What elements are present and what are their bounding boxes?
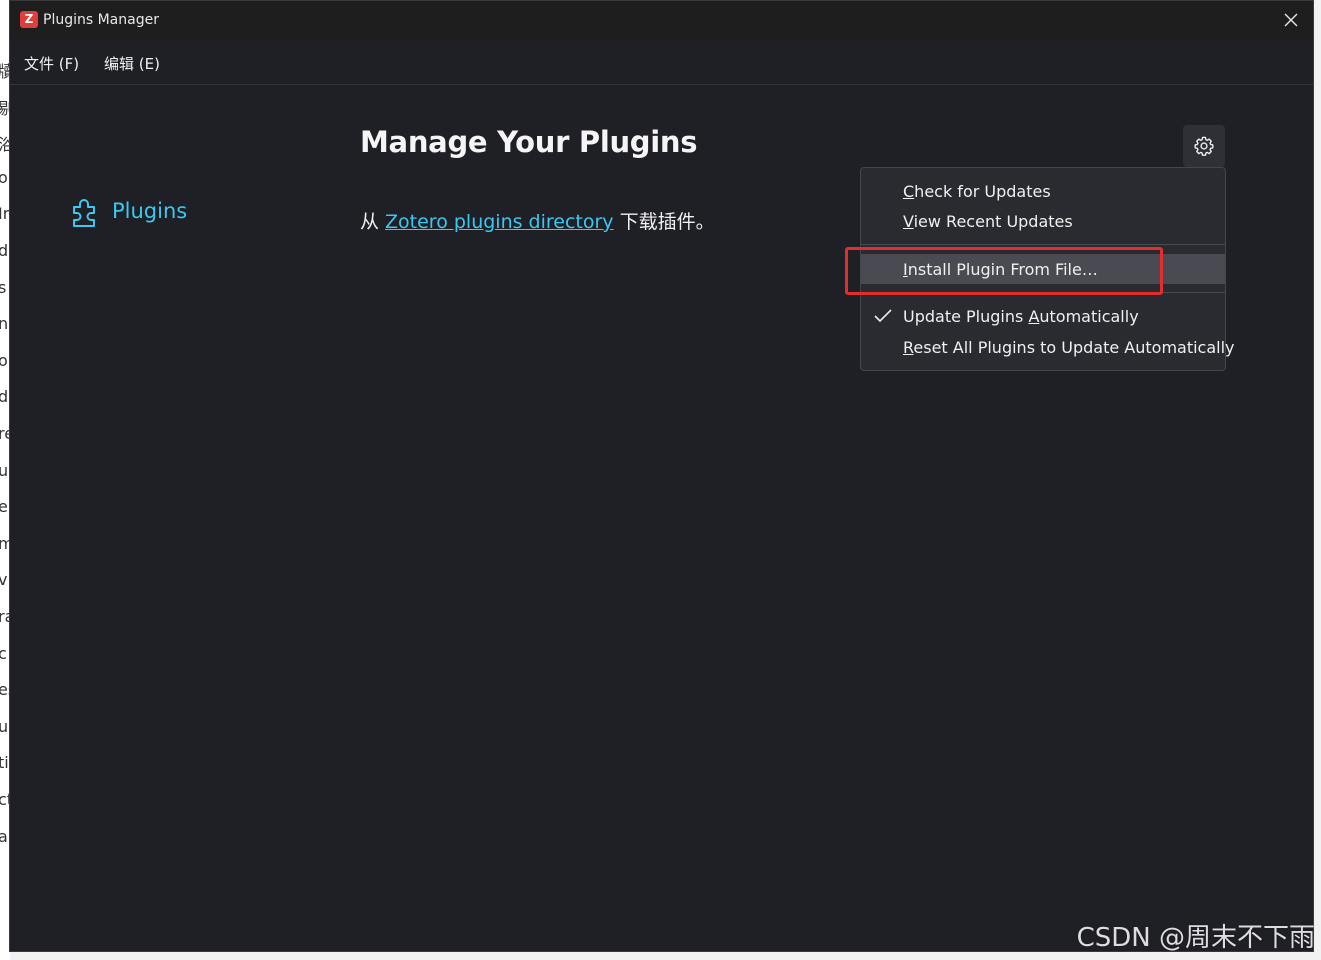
background-text: s (0, 277, 7, 297)
menu-bar: 文件 (F) 编辑 (E) (10, 39, 1313, 85)
menu-separator (861, 292, 1225, 293)
gear-icon (1194, 136, 1214, 156)
intro-prefix: 从 (360, 211, 380, 233)
menu-item-label: eset All Plugins to Update Automatically (913, 338, 1235, 357)
menu-file[interactable]: 文件 (F) (24, 53, 79, 74)
menu-item-update-plugins-automatically[interactable]: Update Plugins Automatically (861, 301, 1225, 331)
menu-item-label: Update Plugins (903, 307, 1029, 326)
background-text: a (0, 826, 8, 846)
menu-item-view-recent-updates[interactable]: View Recent Updates (861, 206, 1225, 236)
watermark: CSDN @周末不下雨 (1076, 923, 1315, 953)
gear-menu-button[interactable] (1183, 125, 1225, 167)
menu-item-label: iew Recent Updates (913, 212, 1073, 231)
background-text: o (0, 350, 8, 370)
access-key: A (1028, 307, 1040, 326)
gear-dropdown-menu: Check for Updates View Recent Updates In… (860, 167, 1235, 371)
background-text: v (0, 570, 8, 590)
menu-item-check-for-updates[interactable]: Check for Updates (861, 176, 1225, 206)
plugins-directory-link[interactable]: Zotero plugins directory (385, 211, 614, 233)
checkmark-icon (874, 309, 892, 323)
menu-edit[interactable]: 编辑 (E) (104, 53, 160, 74)
menu-item-label: nstall Plugin From File… (907, 260, 1098, 279)
access-key: C (903, 182, 915, 201)
menu-item-reset-all-plugins[interactable]: Reset All Plugins to Update Automaticall… (861, 332, 1235, 362)
access-key: V (903, 212, 914, 231)
background-text: n (0, 314, 9, 334)
plugins-manager-window: Z Plugins Manager 文件 (F) 编辑 (E) Plugins … (9, 0, 1314, 952)
menu-item-install-plugin-from-file[interactable]: Install Plugin From File… (861, 254, 1225, 284)
zotero-app-icon: Z (20, 11, 38, 28)
menu-item-label: utomatically (1039, 307, 1139, 326)
background-text: o (0, 167, 8, 187)
background-text: d (0, 387, 9, 407)
access-key: R (903, 338, 914, 357)
sidebar-item-plugins[interactable]: Plugins (70, 193, 210, 231)
close-button[interactable] (1277, 6, 1305, 34)
page-title: Manage Your Plugins (360, 125, 698, 159)
intro-suffix: 下载插件。 (619, 211, 715, 233)
menu-item-label: heck for Updates (914, 182, 1051, 201)
sidebar-item-label: Plugins (112, 199, 188, 223)
title-bar: Z Plugins Manager (10, 1, 1313, 39)
close-icon (1284, 13, 1298, 27)
puzzle-piece-icon (73, 199, 95, 227)
background-text: ti (0, 753, 9, 773)
window-title: Plugins Manager (43, 12, 159, 28)
intro-text: 从 Zotero plugins directory 下载插件。 (360, 207, 715, 234)
background-text: c (0, 643, 7, 663)
background-text: d (0, 241, 9, 260)
menu-separator (861, 244, 1225, 245)
background-text: Ir (0, 204, 10, 224)
